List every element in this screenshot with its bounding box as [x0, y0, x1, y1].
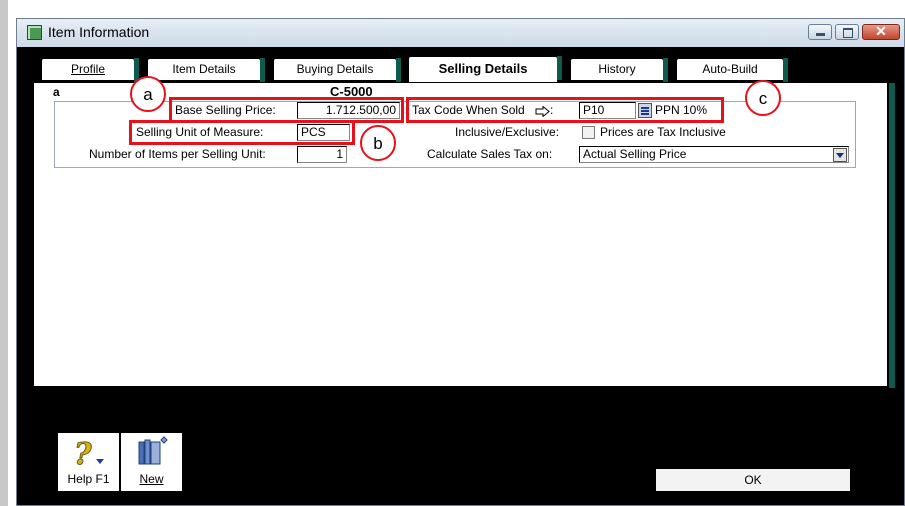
tab-auto-build[interactable]: Auto-Build — [676, 58, 788, 82]
tab-label: Item Details — [172, 62, 236, 76]
new-button[interactable]: New — [120, 432, 183, 492]
callout-a: a — [130, 76, 166, 112]
close-icon: ✕ — [875, 23, 887, 39]
tab-edge — [260, 58, 265, 82]
callout-b: b — [360, 125, 396, 161]
highlight-box-selling-unit — [129, 120, 355, 145]
tab-edge — [663, 58, 668, 82]
minimize-icon — [816, 33, 825, 36]
tab-label: History — [598, 62, 636, 76]
svg-text:?: ? — [74, 437, 92, 469]
tab-profile[interactable]: Profile — [41, 58, 139, 82]
new-label: New — [139, 472, 164, 486]
selling-details-panel: a C-5000 Base Selling Price: 1.712.500,0… — [33, 76, 895, 388]
item-information-window: Item Information ✕ Profile Item Details … — [16, 18, 905, 506]
close-button[interactable]: ✕ — [862, 23, 900, 40]
minimize-button[interactable] — [808, 24, 832, 40]
background-window-edge — [0, 0, 8, 506]
new-item-icon — [138, 436, 168, 465]
panel-edge — [889, 83, 895, 388]
callout-c: c — [745, 80, 781, 116]
help-label: Help F1 — [67, 472, 110, 486]
chevron-down-icon[interactable] — [833, 148, 847, 162]
tab-buying-details[interactable]: Buying Details — [273, 58, 401, 82]
help-question-icon: ? — [74, 437, 104, 469]
tab-history[interactable]: History — [570, 58, 668, 82]
tab-selling-details[interactable]: Selling Details — [408, 56, 562, 82]
maximize-button[interactable] — [835, 24, 859, 40]
tab-item-details[interactable]: Item Details — [147, 58, 265, 82]
tab-label: Buying Details — [296, 62, 374, 76]
tab-edge — [783, 58, 788, 82]
tab-edge — [557, 56, 562, 80]
title-bar[interactable]: Item Information ✕ — [17, 19, 904, 47]
calculate-sales-tax-label: Calculate Sales Tax on: — [427, 147, 553, 161]
calculate-sales-tax-select[interactable]: Actual Selling Price — [579, 146, 849, 163]
items-per-unit-field[interactable]: 1 — [297, 146, 347, 163]
calculate-sales-tax-value: Actual Selling Price — [583, 147, 687, 161]
tab-label: Profile — [70, 62, 105, 76]
highlight-box-tax-code — [406, 97, 724, 123]
item-window-icon — [27, 25, 42, 40]
ok-label: OK — [744, 473, 762, 487]
item-name: a — [53, 85, 60, 99]
tab-label: Auto-Build — [702, 62, 758, 76]
items-per-unit-label: Number of Items per Selling Unit: — [89, 147, 266, 161]
window-body: Profile Item Details Buying Details Sell… — [17, 47, 904, 505]
tab-label: Selling Details — [438, 61, 528, 76]
tab-edge — [396, 58, 401, 82]
maximize-icon — [843, 28, 853, 38]
help-button[interactable]: ? Help F1 — [57, 432, 120, 492]
inclusive-exclusive-label: Inclusive/Exclusive: — [455, 125, 560, 139]
window-title: Item Information — [48, 24, 150, 40]
tax-inclusive-checkbox[interactable] — [582, 126, 595, 139]
ok-button[interactable]: OK — [655, 468, 851, 492]
tax-inclusive-checkbox-label: Prices are Tax Inclusive — [600, 125, 726, 139]
